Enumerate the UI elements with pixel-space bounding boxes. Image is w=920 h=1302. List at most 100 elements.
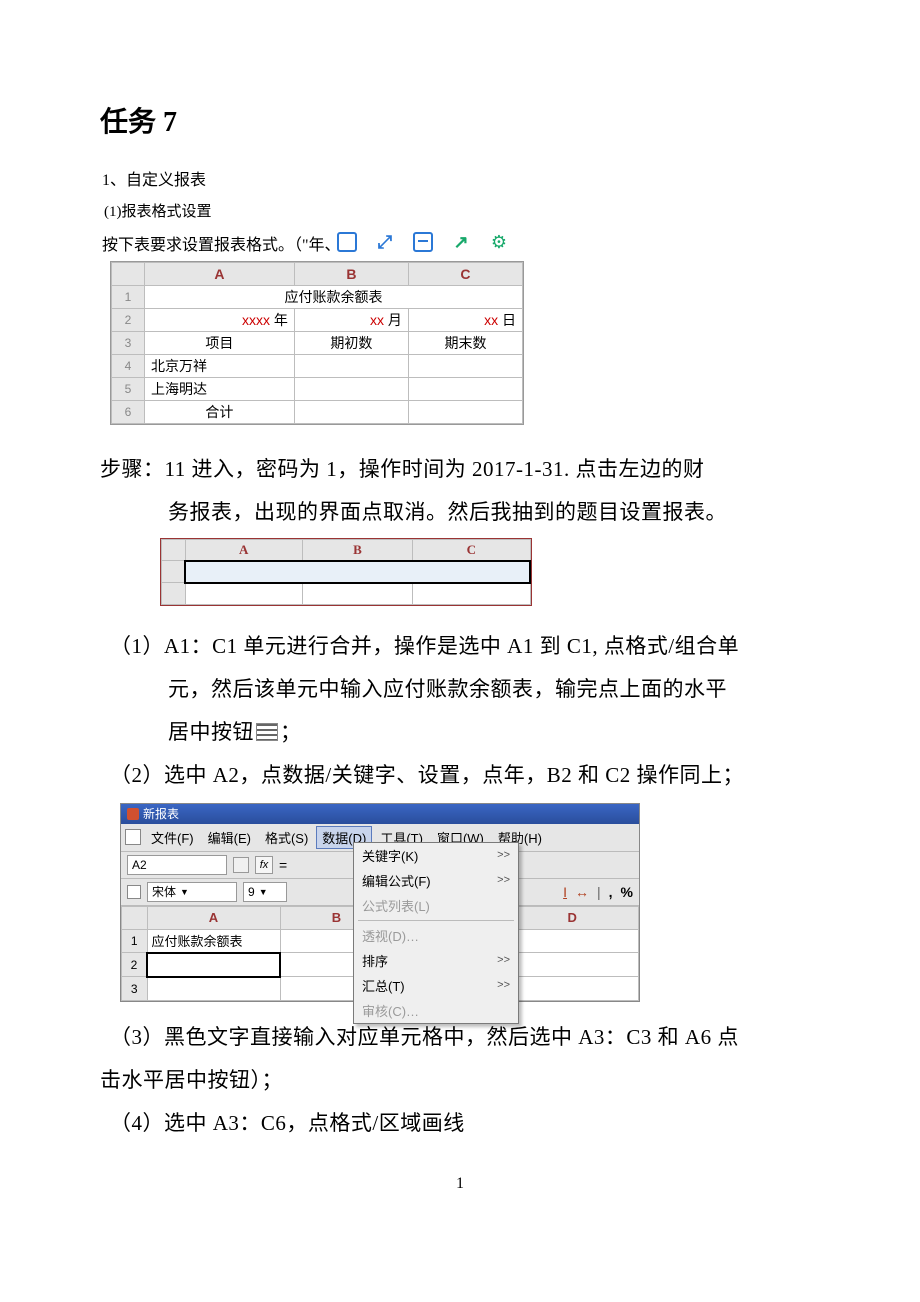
row-header: 1 [112, 286, 145, 309]
chevron-down-icon: ▼ [259, 887, 268, 897]
submenu-arrow-icon: >> [497, 954, 510, 966]
cell [413, 583, 530, 605]
cell [302, 583, 412, 605]
cell[interactable] [506, 977, 639, 1001]
right-tool-icons: I ↔ | , % [563, 884, 633, 900]
save-icon[interactable] [412, 231, 434, 253]
menu-edit[interactable]: 编辑(E) [202, 826, 257, 849]
menu-separator [358, 920, 514, 921]
menu-item-label: 排序 [362, 951, 388, 970]
submenu-arrow-icon: >> [497, 849, 510, 861]
menu-file[interactable]: 文件(F) [145, 826, 200, 849]
window-titlebar: 新报表 [121, 804, 639, 824]
gear-icon[interactable]: ⚙ [488, 231, 510, 253]
col-header-A: A [185, 540, 302, 561]
percent-icon[interactable]: % [621, 884, 633, 900]
step-text-line1: 步骤：11 进入，密码为 1，操作时间为 2017-1-31. 点击左边的财 [100, 448, 820, 491]
day-value: xx [484, 312, 498, 328]
menu-item-label: 公式列表(L) [362, 896, 430, 915]
month-value: xx [370, 312, 384, 328]
col-header-D: D [506, 906, 639, 929]
step1-line3b: ； [280, 720, 302, 744]
step1-line3: 居中按钮 ； [100, 711, 820, 754]
col-header-A: A [145, 263, 295, 286]
cell: 合计 [145, 401, 295, 424]
app-screenshot-3: 新报表 文件(F) 编辑(E) 格式(S) 数据(D) 工具(T) 窗口(W) … [120, 803, 640, 1002]
cell [408, 355, 522, 378]
cell-month: xx 月 [294, 309, 408, 332]
equals-icon[interactable]: = [279, 857, 287, 873]
fx-icon[interactable]: fx [255, 856, 273, 874]
step3-line2: 击水平居中按钮）； [100, 1059, 820, 1102]
align-center-icon [256, 723, 278, 741]
row-header: 3 [122, 977, 148, 1001]
grid-corner [122, 906, 148, 929]
step1-line3a: 居中按钮 [168, 720, 254, 744]
grid-corner [162, 540, 186, 561]
cell-day: xx 日 [408, 309, 522, 332]
data-menu-dropdown: 关键字(K) >> 编辑公式(F) >> 公式列表(L) 透视(D)… 排序 >… [353, 842, 519, 1024]
font-name-select[interactable]: 宋体 ▼ [147, 882, 237, 902]
row-header: 6 [112, 401, 145, 424]
grid-icon[interactable] [233, 857, 249, 873]
row-header: 3 [112, 332, 145, 355]
font-name-value: 宋体 [152, 883, 176, 900]
menu-item-label: 审核(C)… [362, 1001, 419, 1020]
menu-item-label: 透视(D)… [362, 926, 419, 945]
menu-item-label: 关键字(K) [362, 846, 418, 865]
step4-line: （4）选中 A3：C6，点格式/区域画线 [100, 1102, 820, 1145]
comma-icon[interactable]: , [609, 884, 613, 900]
month-suffix: 月 [388, 312, 402, 328]
menu-format[interactable]: 格式(S) [259, 826, 314, 849]
row-header: 5 [112, 378, 145, 401]
cell: 北京万祥 [145, 355, 295, 378]
page-title: 任务 7 [100, 100, 820, 140]
font-size-select[interactable]: 9 ▼ [243, 882, 287, 902]
menu-item-audit: 审核(C)… [354, 998, 518, 1023]
cell: 期末数 [408, 332, 522, 355]
row-header: 2 [122, 953, 148, 977]
document-icon[interactable] [125, 829, 141, 845]
cell: 期初数 [294, 332, 408, 355]
submenu-arrow-icon: >> [497, 874, 510, 886]
width-arrow-icon[interactable]: ↔ [575, 884, 589, 900]
cell-A2-selected[interactable] [147, 953, 280, 977]
width-i-icon[interactable]: I [563, 884, 567, 900]
share-icon[interactable]: ↗ [450, 231, 472, 253]
cell[interactable] [147, 977, 280, 1001]
year-value: xxxx [242, 312, 270, 328]
cell[interactable] [506, 953, 639, 977]
cell-A1[interactable]: 应付账款余额表 [147, 929, 280, 953]
section-1-1: (1)报表格式设置 [104, 200, 820, 221]
cell [408, 401, 522, 424]
year-suffix: 年 [274, 312, 288, 328]
col-header-C: C [413, 540, 530, 561]
window-title: 新报表 [143, 805, 179, 822]
menu-item-formula-list: 公式列表(L) [354, 893, 518, 918]
menu-item-keyword[interactable]: 关键字(K) >> [354, 843, 518, 868]
step2-line: （2）选中 A2，点数据/关键字、设置，点年，B2 和 C2 操作同上； [100, 754, 820, 797]
menu-item-sort[interactable]: 排序 >> [354, 948, 518, 973]
col-header-B: B [302, 540, 412, 561]
col-header-C: C [408, 263, 522, 286]
name-box[interactable]: A2 [127, 855, 227, 875]
square-icon[interactable] [336, 231, 358, 253]
page-number: 1 [100, 1175, 820, 1193]
selected-range [185, 561, 530, 583]
cell-year: xxxx 年 [145, 309, 295, 332]
col-header-B: B [294, 263, 408, 286]
app-icon [127, 808, 139, 820]
menu-item-label: 编辑公式(F) [362, 871, 431, 890]
floating-toolbar: ⤢ ↗ ⚙ [330, 227, 516, 257]
cell[interactable] [506, 929, 639, 953]
menu-item-summary[interactable]: 汇总(T) >> [354, 973, 518, 998]
expand-icon[interactable]: ⤢ [374, 231, 396, 253]
row-header: 4 [112, 355, 145, 378]
row-header [162, 583, 186, 605]
cell [408, 378, 522, 401]
section-1: 1、自定义报表 [102, 166, 820, 190]
step1-line2: 元，然后该单元中输入应付账款余额表，输完点上面的水平 [100, 668, 820, 711]
col-header-A: A [147, 906, 280, 929]
checkbox-icon[interactable] [127, 885, 141, 899]
menu-item-edit-formula[interactable]: 编辑公式(F) >> [354, 868, 518, 893]
